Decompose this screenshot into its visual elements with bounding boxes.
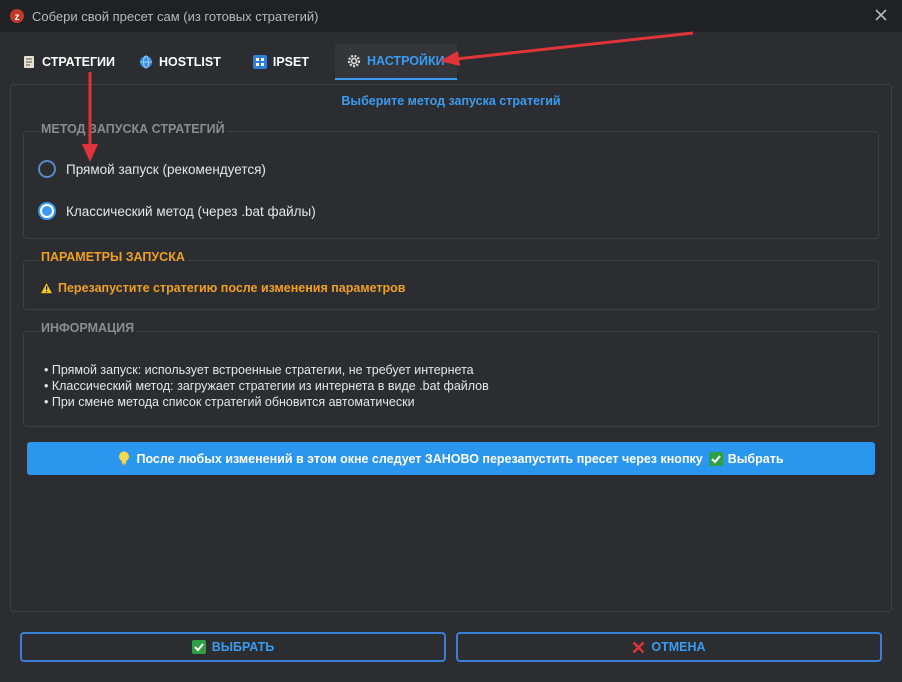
tab-ipset-label: IPSET xyxy=(272,55,309,69)
arrow-to-settings-tab xyxy=(440,31,694,66)
cancel-button[interactable]: ОТМЕНА xyxy=(456,632,882,662)
restart-hint-banner: После любых изменений в этом окне следуе… xyxy=(27,442,875,475)
radio-direct-launch-label: Прямой запуск (рекомендуется) xyxy=(66,161,266,177)
info-title: ИНФОРМАЦИЯ xyxy=(39,321,137,335)
info-line-direct: • Прямой запуск: использует встроенные с… xyxy=(44,363,474,377)
tab-settings-label: НАСТРОЙКИ xyxy=(366,54,445,68)
globe-icon xyxy=(140,55,153,69)
check-mark-icon xyxy=(708,451,723,466)
select-button[interactable]: ВЫБРАТЬ xyxy=(20,632,446,662)
close-icon[interactable] xyxy=(872,6,890,24)
radio-classic-method[interactable]: Классический метод (через .bat файлы) xyxy=(38,202,316,220)
settings-panel: Выберите метод запуска стратегий Прямой … xyxy=(10,84,892,612)
radio-direct-launch[interactable]: Прямой запуск (рекомендуется) xyxy=(38,160,266,178)
title-bar: z Собери свой пресет сам (из готовых стр… xyxy=(0,0,902,32)
cross-icon xyxy=(633,641,645,653)
radio-classic-method-label: Классический метод (через .bat файлы) xyxy=(66,203,316,219)
launch-params-group: Перезапустите стратегию после изменения … xyxy=(23,260,879,310)
radio-button-checked[interactable] xyxy=(38,202,56,220)
tab-hostlist-label: HOSTLIST xyxy=(159,55,221,69)
restart-warning: Перезапустите стратегию после изменения … xyxy=(40,281,405,295)
cancel-button-label: ОТМЕНА xyxy=(651,640,706,654)
info-group: • Прямой запуск: использует встроенные с… xyxy=(23,331,879,427)
launch-method-group: Прямой запуск (рекомендуется) Классическ… xyxy=(23,131,879,239)
document-icon xyxy=(24,56,34,68)
svg-text:z: z xyxy=(15,12,20,23)
radio-button-unchecked[interactable] xyxy=(38,160,56,178)
app-logo-icon: z xyxy=(10,9,24,23)
banner-button-ref: Выбрать xyxy=(727,451,784,466)
lightbulb-icon xyxy=(119,451,130,466)
banner-text: После любых изменений в этом окне следуе… xyxy=(136,451,703,466)
tab-bar: СТРАТЕГИИ HOSTLIST IPSET НАСТРОЙКИ xyxy=(10,44,457,84)
gear-icon xyxy=(347,54,361,68)
warning-icon xyxy=(40,282,53,294)
window-title: Собери свой пресет сам (из готовых страт… xyxy=(32,9,319,24)
select-button-label: ВЫБРАТЬ xyxy=(211,640,275,654)
tab-ipset[interactable]: IPSET xyxy=(233,44,321,80)
tab-strategies-label: СТРАТЕГИИ xyxy=(42,55,116,69)
info-line-classic: • Классический метод: загружает стратеги… xyxy=(44,379,489,393)
panel-subtitle: Выберите метод запуска стратегий xyxy=(341,94,561,108)
info-list: • Прямой запуск: использует встроенные с… xyxy=(44,362,489,410)
info-line-auto-update: • При смене метода список стратегий обно… xyxy=(44,395,415,409)
tab-hostlist[interactable]: HOSTLIST xyxy=(127,44,233,80)
tab-settings[interactable]: НАСТРОЙКИ xyxy=(334,44,457,80)
launch-method-title: МЕТОД ЗАПУСКА СТРАТЕГИЙ xyxy=(39,122,227,136)
launch-params-title: ПАРАМЕТРЫ ЗАПУСКА xyxy=(39,250,187,264)
restart-warning-text: Перезапустите стратегию после изменения … xyxy=(58,281,406,295)
tab-strategies[interactable]: СТРАТЕГИИ xyxy=(10,44,127,80)
grid-icon xyxy=(252,55,267,69)
check-mark-icon xyxy=(191,640,206,654)
